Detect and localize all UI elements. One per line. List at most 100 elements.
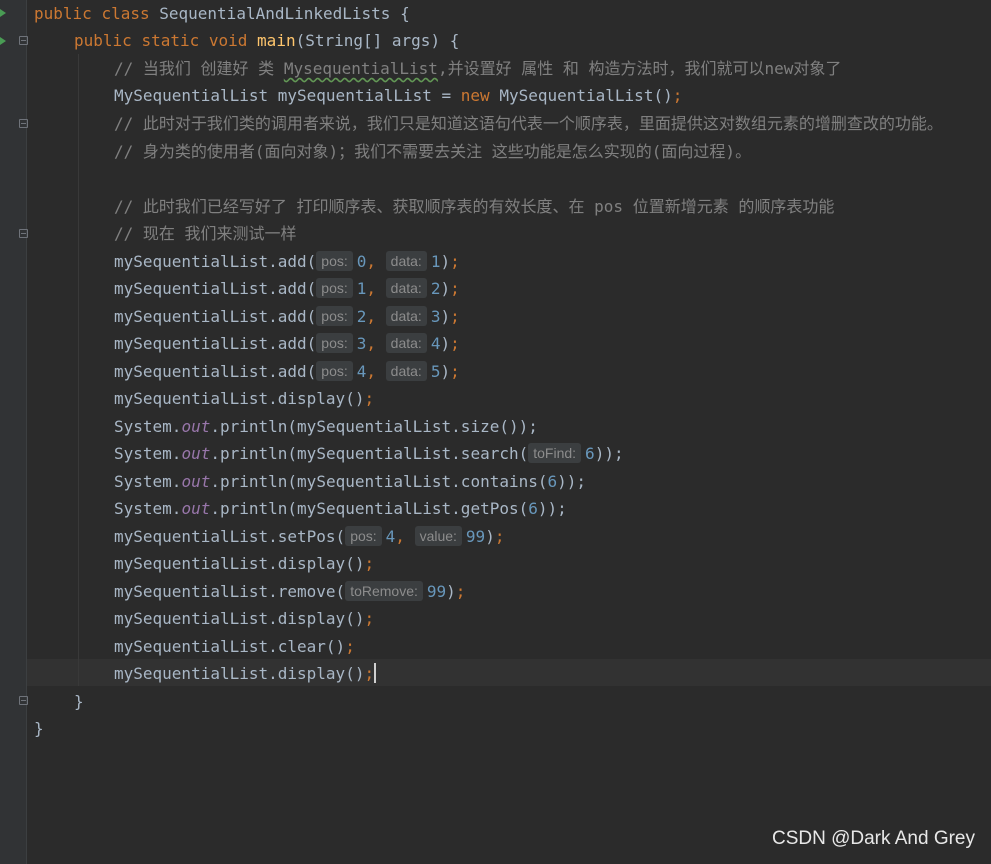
comma: ,	[395, 527, 415, 546]
call: mySequentialList.add(	[114, 307, 317, 326]
call: mySequentialList.remove(	[114, 582, 346, 601]
close: )	[440, 362, 451, 381]
param-hint: toRemove:	[345, 581, 423, 601]
close: )	[440, 279, 451, 298]
code-line-close-main: }	[74, 692, 84, 711]
number: 3	[430, 307, 441, 326]
param-hint: pos:	[316, 278, 353, 298]
call: mySequentialList.setPos(	[114, 527, 346, 546]
call: mySequentialList.add(	[114, 334, 317, 353]
param-hint: pos:	[345, 526, 382, 546]
system: System.	[114, 417, 182, 436]
call: mySequentialList.contains(	[297, 472, 548, 491]
close: )	[485, 527, 495, 546]
call: mySequentialList.display()	[114, 664, 365, 683]
semicolon: ;	[364, 554, 375, 573]
system: System.	[114, 444, 182, 463]
param-hint: data:	[385, 278, 427, 298]
code-line-class-decl: public class SequentialAndLinkedLists {	[34, 0, 410, 27]
call: mySequentialList.display()	[114, 554, 365, 573]
keyword: static	[141, 31, 200, 50]
param-hint: data:	[385, 251, 427, 271]
call: mySequentialList.display()	[114, 609, 365, 628]
text-caret	[374, 663, 377, 683]
run-main-icon[interactable]	[0, 37, 6, 45]
number: 2	[430, 279, 441, 298]
code-line-display: mySequentialList.display();	[114, 385, 374, 412]
code-line-println: System.out.println(mySequentialList.cont…	[114, 468, 586, 495]
code-line-declaration: MySequentialList mySequentialList = new …	[114, 82, 682, 109]
fold-main-icon[interactable]	[19, 36, 28, 45]
call: mySequentialList.add(	[114, 252, 317, 271]
println: .println(	[210, 472, 298, 491]
call: mySequentialList.size());	[297, 417, 538, 436]
out-field: out	[181, 417, 211, 436]
println: .println(	[210, 444, 298, 463]
close: )	[440, 334, 451, 353]
number: 4	[430, 334, 441, 353]
system: System.	[114, 472, 182, 491]
code-line-comment: // 此时我们已经写好了 打印顺序表、获取顺序表的有效长度、在 pos 位置新增…	[114, 197, 835, 216]
code-line-comment: // 现在 我们来测试一样	[114, 224, 297, 243]
close: ));	[557, 472, 587, 491]
watermark: CSDN @Dark And Grey	[771, 828, 975, 849]
fold-end-main-icon[interactable]	[19, 696, 28, 705]
comment-class-ref: MysequentialList	[283, 59, 438, 78]
fold-comment-icon[interactable]	[19, 229, 28, 238]
declaration: MySequentialList mySequentialList =	[114, 86, 461, 105]
println: .println(	[210, 499, 298, 518]
code-line-display: mySequentialList.display();	[114, 550, 374, 577]
code-line-add: mySequentialList.add(pos: 0, data: 1);	[114, 248, 460, 275]
number: 2	[356, 307, 367, 326]
indent-guide	[78, 54, 79, 686]
out-field: out	[181, 472, 211, 491]
println: .println(	[210, 417, 298, 436]
run-class-icon[interactable]	[0, 9, 6, 17]
code-line-add: mySequentialList.add(pos: 4, data: 5);	[114, 358, 460, 385]
code-line-remove: mySequentialList.remove(toRemove: 99);	[114, 578, 465, 605]
class-name: SequentialAndLinkedLists	[159, 4, 391, 23]
number: 1	[356, 279, 367, 298]
code-line-comment: // 此时对于我们类的调用者来说，我们只是知道这语句代表一个顺序表，里面提供这对…	[114, 114, 943, 133]
call: mySequentialList.display()	[114, 389, 365, 408]
semicolon: ;	[494, 527, 505, 546]
param-hint: pos:	[316, 333, 353, 353]
code-line-add: mySequentialList.add(pos: 2, data: 3);	[114, 303, 460, 330]
number: 4	[356, 362, 367, 381]
param-hint: data:	[385, 306, 427, 326]
semicolon: ;	[450, 307, 460, 326]
semicolon: ;	[450, 334, 460, 353]
semicolon: ;	[455, 582, 466, 601]
param-hint: data:	[385, 361, 427, 381]
semicolon: ;	[450, 362, 460, 381]
close: )	[440, 307, 451, 326]
out-field: out	[181, 499, 211, 518]
close: )	[446, 582, 456, 601]
code-line-close-class: }	[34, 719, 44, 738]
comma: ,	[366, 307, 386, 326]
number: 3	[356, 334, 367, 353]
semicolon: ;	[345, 637, 355, 656]
param-hint: value:	[414, 526, 462, 546]
param-hint: pos:	[316, 361, 353, 381]
code-line-main-decl: public static void main(String[] args) {	[74, 27, 459, 54]
code-line-println: System.out.println(mySequentialList.size…	[114, 413, 538, 440]
comma: ,	[366, 279, 386, 298]
param-hint: data:	[385, 333, 427, 353]
semicolon: ;	[364, 389, 375, 408]
close: )	[440, 252, 451, 271]
code-line-comment: // 当我们 创建好 类 MysequentialList,并设置好 属性 和 …	[114, 55, 841, 82]
semicolon: ;	[450, 252, 460, 271]
code-line-comment: // 身为类的使用者(面向对象)；我们不需要去关注 这些功能是怎么实现的(面向过…	[114, 142, 752, 161]
call: mySequentialList.search(	[297, 444, 529, 463]
call: mySequentialList.clear()	[114, 637, 346, 656]
code-line-display: mySequentialList.display();	[114, 605, 374, 632]
semicolon: ;	[364, 609, 375, 628]
comma: ,	[366, 334, 386, 353]
code-line-display-current: mySequentialList.display();	[114, 660, 377, 687]
param-hint: toFind:	[528, 443, 582, 463]
fold-comment-icon[interactable]	[19, 119, 28, 128]
keyword: public	[34, 4, 92, 23]
call: mySequentialList.getPos(	[297, 499, 529, 518]
comma: ,	[366, 252, 386, 271]
